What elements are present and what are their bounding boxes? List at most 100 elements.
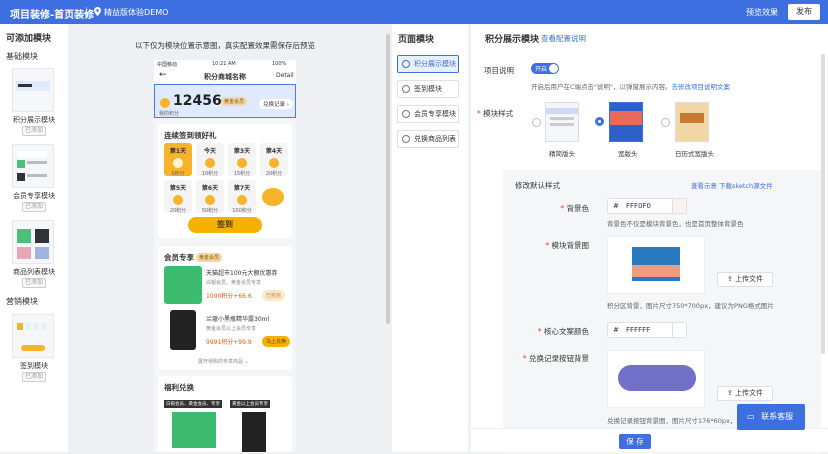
tile-label: 签到模块 — [20, 362, 48, 370]
preview-button[interactable]: 预览效果 — [746, 7, 778, 18]
color-swatch[interactable] — [672, 323, 686, 337]
save-button[interactable]: 保 存 — [619, 434, 651, 449]
added-badge: 已添加 — [22, 202, 46, 212]
signin-day: 第6天 50积分 — [196, 180, 224, 214]
back-arrow-icon[interactable]: ← — [159, 70, 167, 80]
bgimg-preview — [607, 236, 705, 294]
member-title: 会员专享 — [164, 253, 194, 262]
coupon-image — [164, 266, 202, 304]
expand-more-link[interactable]: 展开待购的专享商品 ⌄ — [198, 358, 249, 365]
color-swatch[interactable] — [672, 199, 686, 213]
btn-bg-thumb — [618, 365, 696, 391]
preview-scrollbar[interactable] — [386, 34, 390, 324]
product-name: 兰蔻小黑瓶精华露30ml — [206, 316, 270, 323]
bgcolor-input[interactable]: # FFF0F0 — [607, 198, 687, 214]
signin-day: 今天 10积分 — [196, 143, 224, 177]
style-radio-calendar[interactable] — [661, 118, 670, 127]
product-price: 1000积分+66.6 — [206, 293, 252, 300]
desc-help: 开启后用户在C端点击"说明"，以弹窗展示内容。去修改项目说明文案 — [531, 83, 731, 91]
preview-hint: 以下仅为模块位置示意图，真实配置效果需保存后预览 — [135, 41, 315, 50]
store-name[interactable]: 精益版体验DEMO — [104, 7, 168, 18]
btn-bg-label: * 兑换记录按钮背景 — [522, 354, 589, 363]
config-heading: 积分展示模块 — [485, 35, 540, 45]
page-title: 项目装修-首页装修 — [10, 10, 95, 21]
location-pin-icon — [94, 7, 101, 16]
download-sketch-link[interactable]: 下载sketch源文件 — [719, 180, 773, 190]
style-preview-calendar[interactable] — [675, 102, 709, 142]
config-panel: 积分展示模块 查看配置说明 项目说明 开启 开启后用户在C端点击"说明"，以弹窗… — [471, 24, 828, 454]
module-icon — [402, 60, 410, 68]
btn-bg-help: 兑换记录按钮背景图，图片尺寸176*60px，建议 — [607, 417, 750, 425]
exchange-button[interactable]: 马上兑换 — [262, 336, 291, 347]
core-color-input[interactable]: # FFFFFF — [607, 322, 687, 338]
config-scrollbar[interactable] — [821, 54, 825, 354]
top-bar: 项目装修-首页装修 精益版体验DEMO 预览效果 发布 — [0, 0, 828, 24]
welfare-image — [172, 412, 216, 448]
marketing-group-label: 营销模块 — [6, 297, 38, 306]
module-item-signin[interactable]: 签到模块 — [397, 80, 459, 98]
chat-icon: ▭ — [747, 412, 755, 421]
style-radio-compact[interactable] — [532, 118, 541, 127]
member-badge: 黄金会员 — [221, 97, 248, 106]
my-points-label: 我的积分 — [159, 111, 180, 117]
page-modules-heading: 页面模块 — [398, 35, 435, 45]
status-bar: 中国移动 10:21 AM 100% — [154, 60, 296, 69]
style-name: 宽版头 — [618, 150, 638, 158]
tile-label: 商品列表模块 — [13, 268, 55, 276]
battery: 100% — [272, 61, 287, 67]
customer-service-button[interactable]: ▭ 联系客服 — [737, 404, 805, 430]
signin-module-thumbnail[interactable] — [12, 314, 54, 358]
member-module-thumbnail[interactable] — [12, 144, 54, 188]
style-preview-wide[interactable] — [609, 102, 643, 142]
style-name: 精简版头 — [549, 150, 575, 158]
phone-nav: ← 积分商城名称 Detail — [154, 69, 296, 83]
divider — [86, 7, 87, 18]
product-list-thumbnail[interactable] — [12, 220, 54, 264]
exchange-record-button[interactable]: 兑换记录 › — [259, 99, 293, 109]
bgcolor-help: 背景色不仅是模块背景色，也是首页整体背景色 — [607, 220, 744, 228]
nav-detail[interactable]: Detail — [276, 72, 294, 79]
welfare-title: 福利兑换 — [164, 383, 194, 392]
tile-label: 会员专享模块 — [13, 192, 55, 200]
welfare-tag: 白银会员、黄金会员、专享 — [164, 400, 222, 408]
signin-module-preview[interactable]: 连续签到领好礼 第1天 5积分 今天 10积分 第3天 15积分 第4天 20积分 第5… — [158, 124, 292, 238]
bgcolor-label: * 背景色 — [560, 204, 589, 213]
welfare-image — [242, 412, 266, 452]
desc-label: 项目说明 — [484, 66, 514, 75]
edit-desc-link[interactable]: 去修改项目说明文案 — [672, 83, 731, 91]
publish-button[interactable]: 发布 — [788, 4, 820, 20]
module-item-points[interactable]: 积分展示模块 — [397, 55, 459, 73]
upload-btn-bg-button[interactable]: ⇪ 上传文件 — [717, 386, 773, 401]
upload-bg-button[interactable]: ⇪ 上传文件 — [717, 272, 773, 287]
style-label: * 模块样式 — [477, 109, 514, 118]
page-modules-panel: 页面模块 积分展示模块 签到模块 会员专享模块 兑换商品列表 — [392, 24, 468, 452]
signin-button[interactable]: 签到 — [188, 217, 262, 233]
module-icon — [402, 110, 410, 118]
desc-toggle[interactable]: 开启 — [531, 63, 559, 74]
signin-day: 第3天 15积分 — [228, 143, 256, 177]
tile-label: 积分展示模块 — [13, 116, 55, 124]
sold-out-button[interactable]: 已抢完 — [262, 290, 286, 301]
welfare-module-preview[interactable]: 福利兑换 白银会员、黄金会员、专享 黄金以上会员专享 — [158, 376, 292, 452]
product-image — [170, 310, 196, 350]
points-module-thumbnail[interactable] — [12, 68, 54, 112]
gift-coin-icon — [262, 188, 284, 206]
module-item-product-list[interactable]: 兑换商品列表 — [397, 130, 459, 148]
phone-preview: 中国移动 10:21 AM 100% ← 积分商城名称 Detail 12456… — [154, 60, 296, 452]
points-module-preview[interactable]: 12456 黄金会员 我的积分 兑换记录 › — [154, 84, 296, 118]
carrier: 中国移动 — [157, 62, 178, 68]
product-sub: 白银会员、黄金会员专享 — [206, 280, 262, 286]
style-preview-compact[interactable] — [545, 102, 579, 142]
core-color-label: * 核心文案颜色 — [537, 327, 589, 336]
module-item-member[interactable]: 会员专享模块 — [397, 105, 459, 123]
view-example-link[interactable]: 查看示意 — [691, 180, 717, 190]
signin-day: 第1天 5积分 — [164, 143, 192, 177]
member-module-preview[interactable]: 会员专享 黄金会员 天猫超市100元大额优惠券 白银会员、黄金会员专享 1000… — [158, 246, 292, 370]
nav-title: 积分商城名称 — [204, 73, 246, 81]
signin-day: 第5天 20积分 — [164, 180, 192, 214]
config-help-link[interactable]: 查看配置说明 — [541, 33, 586, 44]
welfare-tag: 黄金以上会员专享 — [230, 400, 270, 408]
product-sub: 黄金会员以上会员专享 — [206, 326, 257, 332]
added-badge: 已添加 — [22, 126, 46, 136]
style-radio-wide[interactable] — [595, 117, 604, 126]
